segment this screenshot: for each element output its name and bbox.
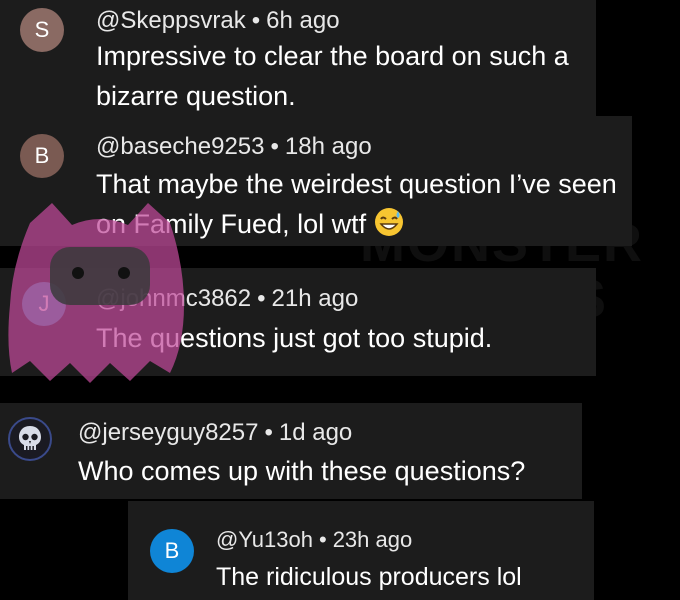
meta-separator: •: [264, 419, 273, 446]
comment-meta: @baseche9253 • 18h ago: [96, 133, 372, 161]
meta-separator: •: [257, 285, 266, 312]
comment-time: 1d ago: [278, 419, 353, 446]
comment-text: The questions just got too stupid.: [96, 323, 493, 353]
skull-shield-avatar[interactable]: [8, 417, 52, 461]
comment-author[interactable]: @baseche9253: [96, 133, 265, 160]
comment-time: 23h ago: [332, 527, 413, 552]
avatar[interactable]: S: [20, 8, 64, 52]
comment-meta: @Skeppsvrak • 6h ago: [96, 7, 340, 35]
comment-text: Impressive to clear the board on such a …: [96, 36, 569, 116]
comment-time: 6h ago: [266, 7, 340, 34]
grinning-sweat-emoji: [374, 207, 404, 248]
comment-text-line: That maybe the weirdest question I’ve se…: [96, 169, 617, 199]
meta-separator: •: [270, 133, 279, 160]
comment-card: B @baseche9253 • 18h ago That maybe the we…: [0, 116, 632, 246]
avatar-letter: B: [164, 538, 180, 563]
avatar[interactable]: J: [22, 282, 66, 326]
comment-text-line: Impressive to clear the board on such a: [96, 41, 569, 71]
meta-separator: •: [251, 7, 261, 34]
avatar[interactable]: B: [150, 529, 194, 573]
comment-text-line: on Family Fued, lol wtf: [96, 209, 367, 239]
avatar-letter: S: [34, 17, 50, 42]
comment-card: @jerseyguy8257 • 1d ago Who comes up with …: [0, 403, 582, 499]
comment-text-line: bizarre question.: [96, 81, 296, 111]
comment-text: That maybe the weirdest question I’ve se…: [96, 164, 617, 248]
avatar-letter: J: [38, 291, 50, 316]
comment-card: S @Skeppsvrak • 6h ago Impressive to clear…: [0, 0, 596, 118]
meta-separator: •: [318, 527, 327, 552]
comment-time: 18h ago: [284, 133, 372, 160]
comment-card: J @johnmc3862 • 21h ago The questions just…: [0, 268, 596, 376]
comment-author[interactable]: @Yu13oh: [216, 527, 313, 552]
comment-author[interactable]: @Skeppsvrak: [96, 7, 246, 34]
comment-time: 21h ago: [271, 285, 359, 312]
skull-icon: [19, 426, 41, 450]
comment-author[interactable]: @jerseyguy8257: [78, 419, 258, 446]
comment-text: Who comes up with these questions?: [78, 456, 526, 486]
comment-meta: @jerseyguy8257 • 1d ago: [78, 419, 352, 447]
comment-meta: @johnmc3862 • 21h ago: [96, 285, 358, 313]
avatar[interactable]: B: [20, 134, 64, 178]
reply-card: B @Yu13oh • 23h ago The ridiculous produce…: [128, 501, 594, 600]
comment-meta: @Yu13oh • 23h ago: [216, 527, 412, 553]
comment-text-line-with-emoji: on Family Fued, lol wtf: [96, 204, 617, 248]
comment-text: The ridiculous producers lol: [216, 563, 522, 591]
avatar-letter: B: [34, 143, 50, 168]
comment-author[interactable]: @johnmc3862: [96, 285, 251, 312]
